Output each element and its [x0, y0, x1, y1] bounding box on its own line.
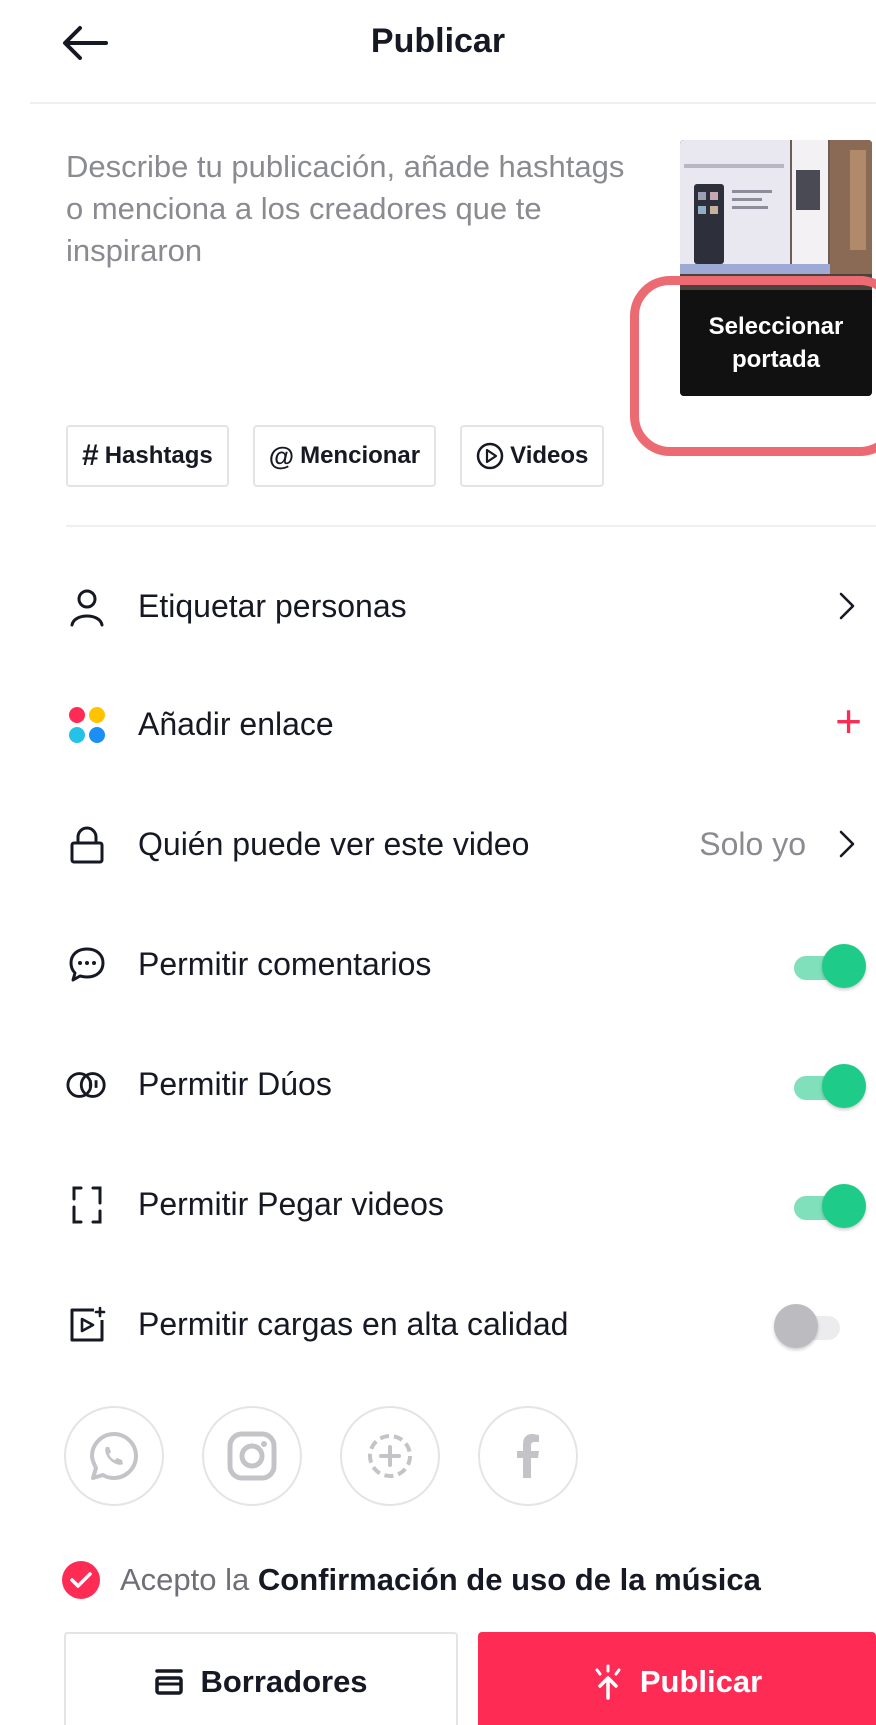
hq-upload-label: Permitir cargas en alta calidad: [138, 1306, 569, 1342]
caption-chips: # Hashtags @ Mencionar Videos: [66, 425, 605, 487]
hashtags-chip-label: Hashtags: [104, 442, 213, 469]
chevron-right-icon: [832, 586, 862, 626]
checkmark-icon[interactable]: [62, 1561, 100, 1599]
drafts-icon: [155, 1669, 184, 1695]
consent-prefix: Acepto la: [120, 1562, 250, 1597]
publish-button[interactable]: Publicar: [478, 1632, 876, 1725]
music-consent: Acepto la Confirmación de uso de la músi…: [62, 1561, 761, 1599]
instagram-icon: [227, 1431, 277, 1481]
share-whatsapp-button[interactable]: [64, 1406, 164, 1506]
caption-input[interactable]: Describe tu publicación, añade hashtags …: [66, 146, 646, 272]
music-confirmation-link[interactable]: Confirmación de uso de la música: [258, 1562, 761, 1597]
hashtag-icon: #: [82, 439, 99, 472]
allow-duets-row: Permitir Dúos: [0, 1044, 876, 1124]
hq-upload-toggle[interactable]: [774, 1304, 848, 1348]
allow-stitch-row: Permitir Pegar videos: [0, 1164, 876, 1244]
page-title: Publicar: [370, 22, 506, 60]
comment-icon: [66, 944, 108, 986]
visibility-value: Solo yo: [699, 826, 806, 862]
colored-dots-icon: [66, 704, 108, 746]
person-icon: [66, 586, 108, 628]
add-link-label: Añadir enlace: [138, 706, 334, 742]
drafts-button[interactable]: Borradores: [64, 1632, 458, 1725]
share-targets: [64, 1406, 578, 1506]
play-circle-icon: [476, 442, 504, 470]
allow-duets-label: Permitir Dúos: [138, 1066, 332, 1102]
hq-video-icon: [66, 1304, 108, 1346]
at-icon: @: [268, 440, 295, 471]
whatsapp-icon: [90, 1432, 138, 1480]
publish-label: Publicar: [639, 1664, 763, 1699]
allow-stitch-label: Permitir Pegar videos: [138, 1186, 444, 1222]
share-facebook-button[interactable]: [478, 1406, 578, 1506]
visibility-row[interactable]: Quién puede ver este video Solo yo: [0, 804, 876, 884]
plus-icon: +: [835, 695, 862, 747]
tag-people-row[interactable]: Etiquetar personas: [0, 566, 876, 646]
stitch-icon: [66, 1184, 108, 1226]
videos-chip[interactable]: Videos: [460, 425, 605, 487]
allow-comments-toggle[interactable]: [788, 944, 866, 988]
allow-duets-toggle[interactable]: [788, 1064, 866, 1108]
chips-divider: [66, 525, 876, 527]
highlight-annotation: [630, 276, 876, 456]
allow-comments-row: Permitir comentarios: [0, 924, 876, 1004]
add-link-row[interactable]: Añadir enlace +: [0, 684, 876, 764]
visibility-label: Quién puede ver este video: [138, 826, 530, 862]
duet-icon: [66, 1064, 108, 1106]
header-divider: [30, 102, 876, 104]
lock-icon: [66, 824, 108, 866]
sparkle-upload-icon: [595, 1664, 621, 1700]
allow-stitch-toggle[interactable]: [788, 1184, 866, 1228]
hashtags-chip[interactable]: # Hashtags: [66, 425, 229, 487]
share-instagram-button[interactable]: [202, 1406, 302, 1506]
facebook-icon: [517, 1434, 539, 1478]
chevron-right-icon: [832, 824, 862, 864]
tag-people-label: Etiquetar personas: [138, 588, 407, 624]
allow-comments-label: Permitir comentarios: [138, 946, 432, 982]
share-story-button[interactable]: [340, 1406, 440, 1506]
mention-chip[interactable]: @ Mencionar: [252, 425, 437, 487]
cover-thumbnail: [680, 140, 872, 290]
mention-chip-label: Mencionar: [300, 442, 421, 469]
drafts-label: Borradores: [200, 1664, 368, 1699]
add-story-icon: [368, 1434, 412, 1478]
videos-chip-label: Videos: [510, 442, 589, 469]
hq-upload-row: Permitir cargas en alta calidad: [0, 1284, 876, 1364]
top-bar: Publicar: [0, 0, 876, 102]
